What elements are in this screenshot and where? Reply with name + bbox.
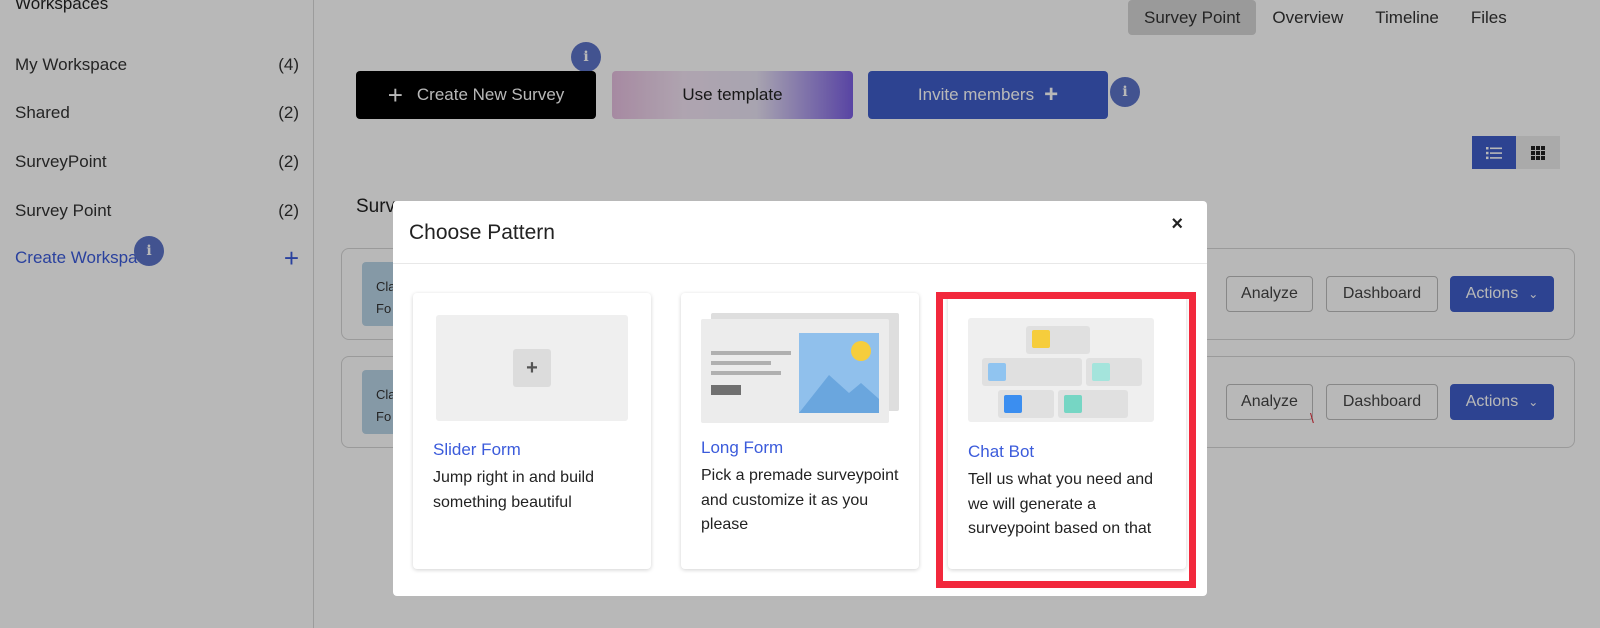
pattern-card-title: Long Form [701,438,784,457]
pattern-card-description: Jump right in and build something beauti… [433,469,594,511]
pattern-card-long-form[interactable]: Long Form Pick a premade surveypoint and… [681,293,919,569]
close-icon[interactable]: × [1171,213,1183,236]
pattern-card-title: Slider Form [433,440,521,459]
choose-pattern-modal: Choose Pattern × + Slider Form Jump righ… [393,201,1207,596]
pattern-card-title: Chat Bot [968,442,1035,461]
long-form-illustration [701,313,899,423]
chat-bot-illustration [968,318,1154,422]
plus-icon: + [513,349,551,387]
slider-form-illustration: + [436,315,628,421]
pattern-card-description: Tell us what you need and we will genera… [968,471,1154,537]
modal-header: Choose Pattern × [393,201,1207,264]
pattern-card-chat-bot[interactable]: Chat Bot Tell us what you need and we wi… [948,293,1186,569]
pattern-card-description: Pick a premade surveypoint and customize… [701,467,899,533]
modal-title: Choose Pattern [409,221,555,244]
pattern-card-slider-form[interactable]: + Slider Form Jump right in and build so… [413,293,651,569]
